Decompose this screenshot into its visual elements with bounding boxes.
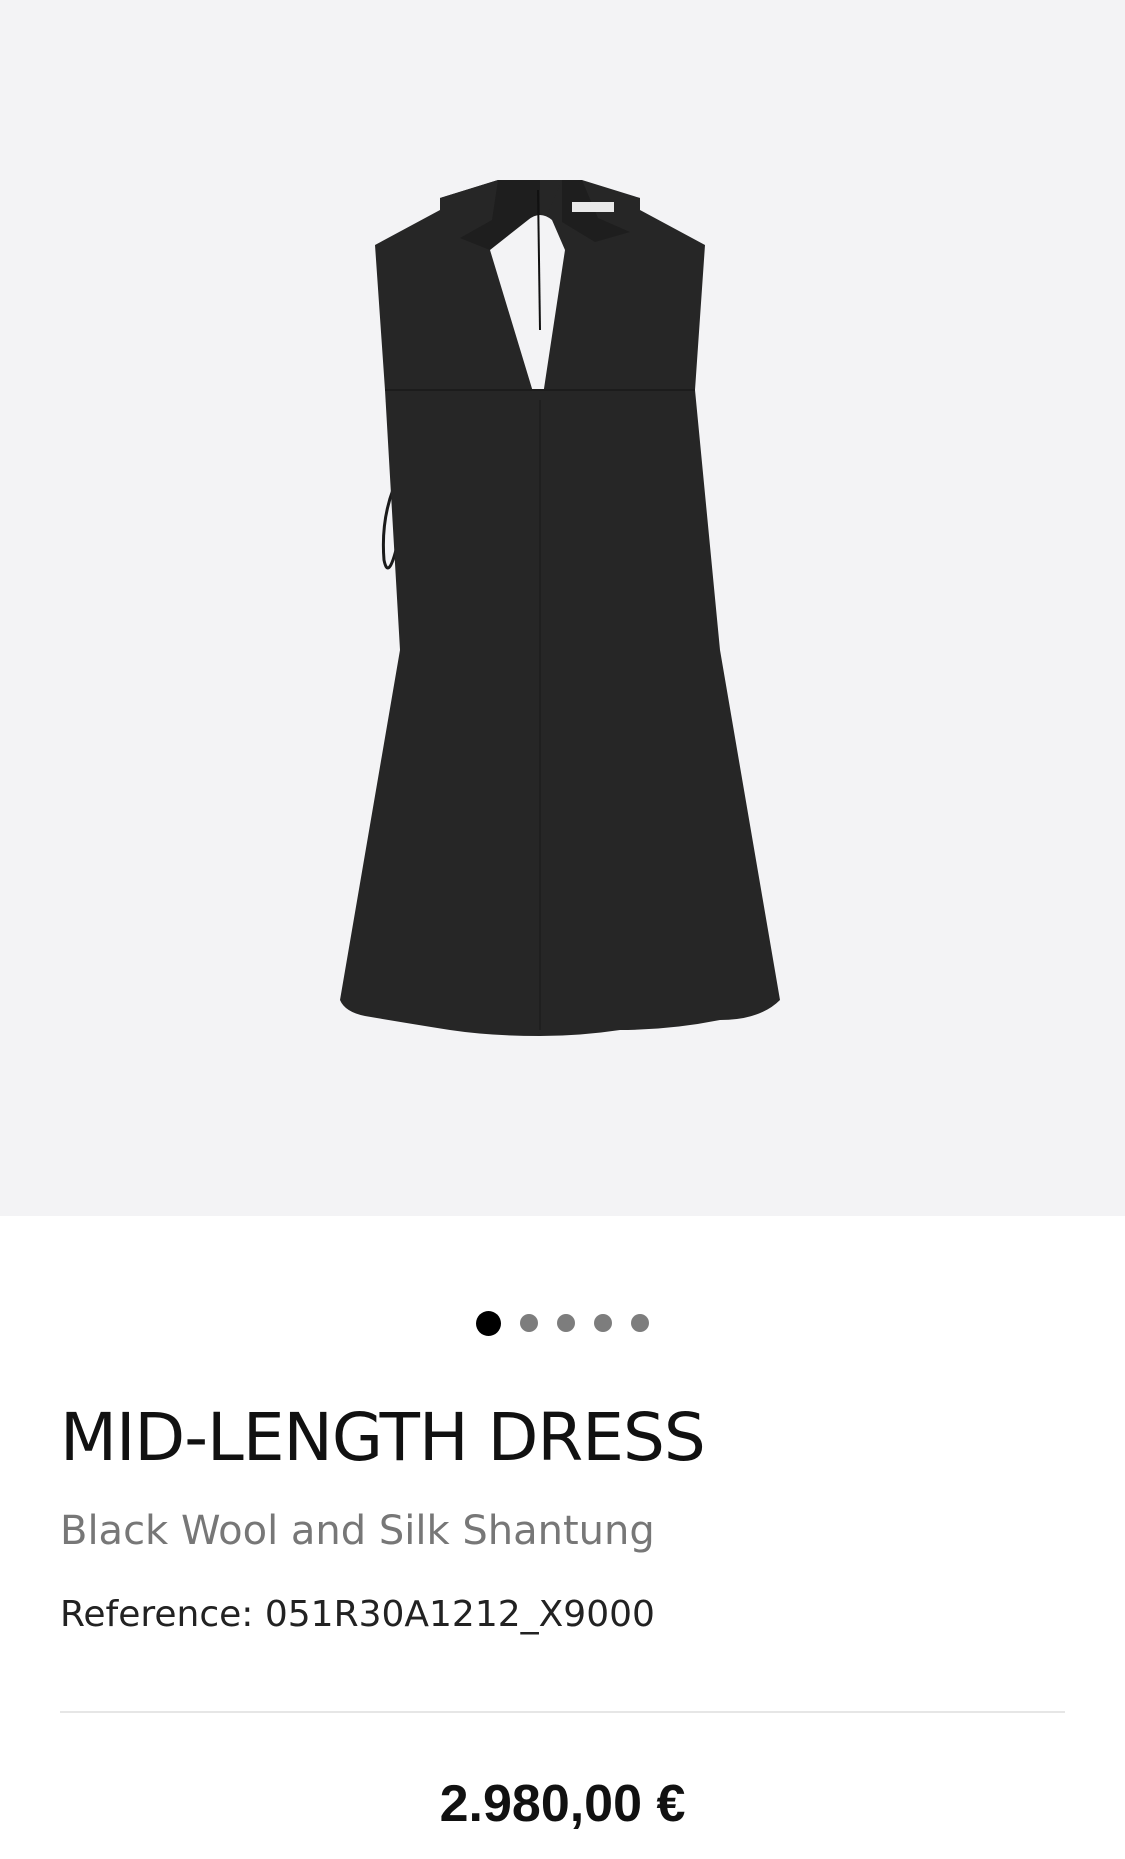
- pagination-dot-2[interactable]: [520, 1314, 538, 1332]
- pagination-dot-5[interactable]: [631, 1314, 649, 1332]
- gallery-pagination: [0, 1310, 1125, 1336]
- pagination-dot-4[interactable]: [594, 1314, 612, 1332]
- divider: [60, 1711, 1065, 1713]
- product-price: 2.980,00 €: [439, 1775, 686, 1833]
- pagination-dot-3[interactable]: [557, 1314, 575, 1332]
- product-gallery[interactable]: [0, 0, 1125, 1216]
- dress-image: [340, 180, 780, 1036]
- product-material: Black Wool and Silk Shantung: [60, 1508, 655, 1554]
- product-reference: Reference: 051R30A1212_X9000: [60, 1594, 655, 1635]
- product-page: MID-LENGTH DRESS Black Wool and Silk Sha…: [0, 0, 1125, 1859]
- product-title: MID-LENGTH DRESS: [60, 1399, 706, 1476]
- pagination-dot-1[interactable]: [476, 1310, 501, 1336]
